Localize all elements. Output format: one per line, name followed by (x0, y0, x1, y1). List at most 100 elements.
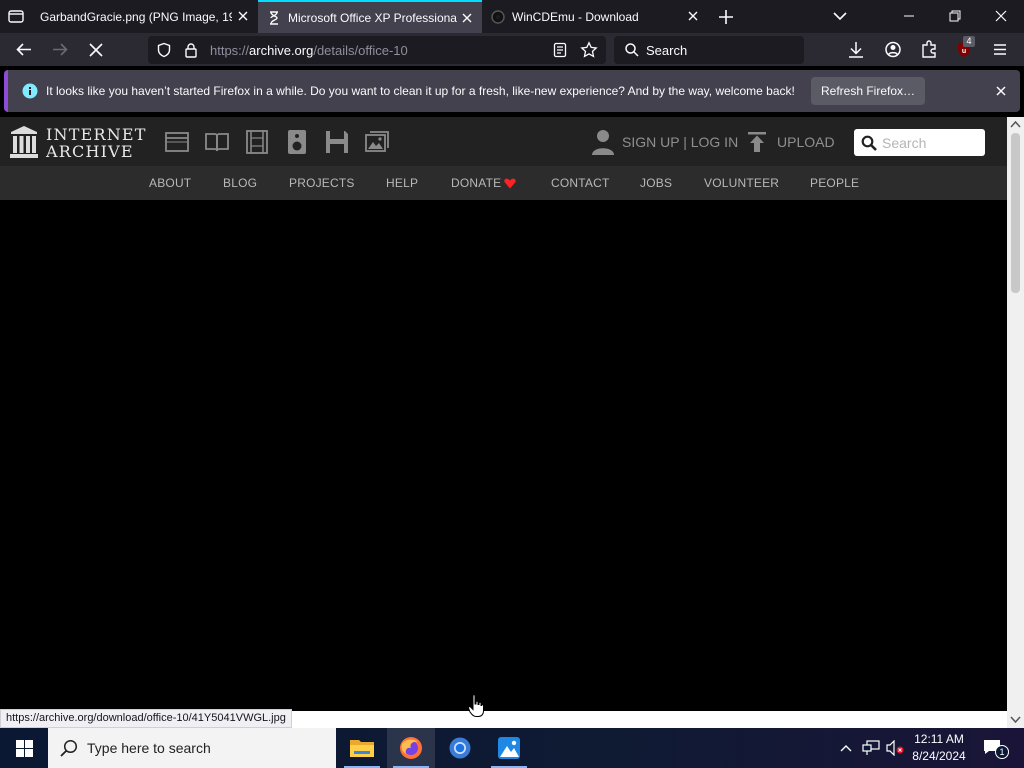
url-text[interactable]: https://archive.org/details/office-10 (210, 43, 408, 58)
notification-count-badge: 1 (995, 745, 1009, 759)
firefox-icon (400, 737, 422, 759)
nav-jobs[interactable]: JOBS (640, 176, 672, 190)
tab-microsoft-office-xp[interactable]: Microsoft Office XP Professiona (258, 0, 482, 33)
refresh-firefox-notification: It looks like you haven’t started Firefo… (4, 70, 1020, 112)
shield-icon[interactable] (156, 42, 172, 58)
web-icon[interactable] (165, 130, 189, 154)
internet-archive-logo[interactable]: INTERNET ARCHIVE (10, 125, 146, 161)
search-placeholder: Search (646, 43, 688, 58)
chrome-taskbar-button[interactable] (436, 728, 484, 768)
search-icon (60, 739, 78, 757)
clock-date: 8/24/2024 (912, 749, 966, 763)
tab-strip: GarbandGracie.png (PNG Image, 19 Microso… (0, 0, 1024, 33)
downloads-icon[interactable] (842, 33, 870, 66)
taskbar-search-box[interactable]: Type here to search (48, 728, 336, 768)
scroll-up-arrow-icon[interactable] (1010, 120, 1021, 128)
nav-blog[interactable]: BLOG (223, 176, 257, 190)
hamburger-menu-icon[interactable] (986, 33, 1014, 66)
show-hidden-icons-chevron-up-icon[interactable] (839, 742, 853, 754)
volume-muted-icon[interactable] (886, 740, 904, 756)
network-icon[interactable] (862, 740, 880, 756)
user-icon[interactable] (592, 129, 614, 155)
file-explorer-folder-icon (350, 740, 374, 757)
hand-pointer-cursor-icon (468, 694, 484, 717)
action-center-button[interactable]: 1 (979, 728, 1024, 768)
windows-taskbar: Type here to search 12:11 AM 8/24/2024 1 (0, 728, 1024, 768)
stop-loading-icon[interactable] (80, 33, 112, 66)
wincdemu-favicon-icon (491, 9, 505, 24)
ublock-origin-icon[interactable]: u 4 (951, 33, 979, 66)
nav-volunteer[interactable]: VOLUNTEER (704, 176, 779, 190)
photos-taskbar-button[interactable] (485, 728, 533, 768)
scroll-down-arrow-icon[interactable] (1010, 716, 1021, 724)
search-icon (625, 43, 639, 57)
new-tab-button[interactable] (712, 0, 740, 33)
tab-wincdemu[interactable]: WinCDEmu - Download (482, 0, 708, 33)
list-all-tabs-chevron-down-icon[interactable] (826, 0, 854, 33)
tab-garbandgracie[interactable]: GarbandGracie.png (PNG Image, 19 (32, 0, 258, 33)
reader-view-icon[interactable] (552, 42, 568, 58)
internet-archive-header: INTERNET ARCHIVE SIGN UP | LOG IN UPLOAD… (0, 117, 1007, 166)
video-film-icon[interactable] (245, 130, 269, 154)
file-explorer-taskbar-button[interactable] (338, 728, 386, 768)
status-link-preview: https://archive.org/download/office-10/4… (0, 709, 292, 728)
nav-about[interactable]: ABOUT (149, 176, 191, 190)
forward-arrow-icon[interactable] (44, 33, 76, 66)
navigation-toolbar: https://archive.org/details/office-10 Se… (0, 33, 1024, 66)
url-prefix: https:// (210, 43, 250, 58)
close-icon[interactable] (994, 84, 1008, 98)
lock-icon[interactable] (184, 42, 198, 58)
archive-building-icon (10, 126, 38, 158)
svg-text:u: u (962, 48, 966, 55)
back-arrow-icon[interactable] (8, 33, 40, 66)
audio-speaker-icon[interactable] (285, 130, 309, 154)
tab-title: WinCDEmu - Download (512, 9, 639, 24)
extensions-puzzle-icon[interactable] (915, 33, 943, 66)
firefox-taskbar-button[interactable] (387, 728, 435, 768)
upload-link[interactable]: UPLOAD (777, 134, 835, 150)
tab-title: GarbandGracie.png (PNG Image, 19 (40, 9, 232, 24)
close-icon[interactable] (236, 9, 250, 23)
bookmark-star-icon[interactable] (580, 41, 598, 59)
archive-search-input[interactable]: Search (854, 129, 985, 156)
taskbar-clock[interactable]: 12:11 AM 8/24/2024 (905, 731, 973, 765)
scrollbar-thumb[interactable] (1011, 133, 1020, 293)
minimize-button[interactable] (886, 0, 932, 33)
nav-contact[interactable]: CONTACT (551, 176, 610, 190)
nav-projects[interactable]: PROJECTS (289, 176, 355, 190)
account-icon[interactable] (879, 33, 907, 66)
restore-button[interactable] (932, 0, 978, 33)
nav-donate[interactable]: DONATE (451, 176, 501, 190)
sign-up-log-in-link[interactable]: SIGN UP | LOG IN (622, 134, 738, 150)
info-icon (22, 83, 38, 99)
heart-icon[interactable] (504, 178, 516, 189)
archive-search-placeholder: Search (882, 135, 927, 151)
photos-icon (498, 737, 520, 759)
taskbar-search-placeholder: Type here to search (87, 740, 211, 756)
refresh-firefox-button[interactable]: Refresh Firefox… (811, 77, 925, 105)
address-bar[interactable]: https://archive.org/details/office-10 (148, 36, 606, 64)
nav-help[interactable]: HELP (386, 176, 418, 190)
software-floppy-icon[interactable] (325, 130, 349, 154)
logo-text-archive: ARCHIVE (46, 142, 134, 161)
close-window-button[interactable] (978, 0, 1024, 33)
vertical-scrollbar[interactable] (1007, 117, 1024, 728)
close-icon[interactable] (460, 11, 474, 25)
nav-people[interactable]: PEOPLE (810, 176, 859, 190)
hourglass-icon (270, 10, 278, 25)
images-icon[interactable] (365, 130, 389, 154)
windows-logo-icon (16, 740, 33, 757)
tab-list-icon[interactable] (0, 0, 32, 33)
close-icon[interactable] (686, 9, 700, 23)
windows-start-button[interactable] (0, 728, 48, 768)
notification-message: It looks like you haven’t started Firefo… (46, 84, 795, 98)
search-bar[interactable]: Search (614, 36, 804, 64)
page-content: INTERNET ARCHIVE SIGN UP | LOG IN UPLOAD… (0, 117, 1007, 711)
texts-book-icon[interactable] (205, 130, 229, 154)
url-host: archive.org (249, 43, 314, 58)
chrome-icon (449, 737, 471, 759)
clock-time: 12:11 AM (914, 732, 964, 746)
url-path: /details/office-10 (313, 43, 408, 58)
upload-icon[interactable] (748, 132, 766, 152)
search-icon (861, 135, 877, 151)
